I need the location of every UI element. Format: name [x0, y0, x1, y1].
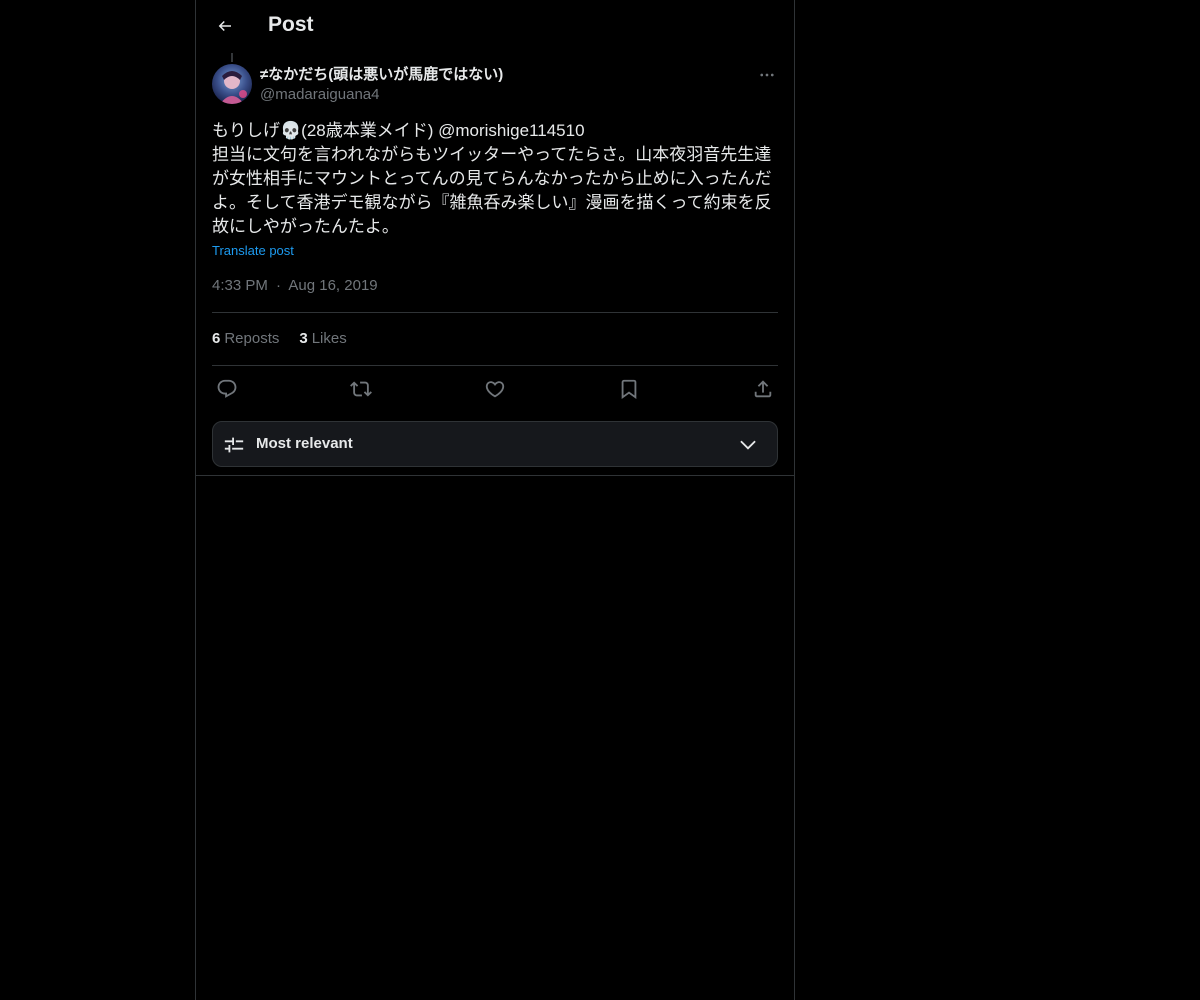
heart-icon: [485, 381, 505, 398]
back-button[interactable]: [208, 9, 242, 43]
reply-icon: [217, 379, 237, 398]
bookmark-icon: [621, 379, 637, 400]
post-stats: 6 Reposts 3 Likes: [212, 329, 347, 349]
action-bar: [212, 376, 778, 402]
post-body-text: 担当に文句を言われながらもツイッターやってたらさ。山本夜羽音先生達が女性相手にマ…: [212, 145, 772, 236]
translate-post-link[interactable]: Translate post: [212, 242, 294, 260]
author-handle[interactable]: @madaraiguana4: [260, 85, 503, 105]
sliders-icon: [224, 437, 244, 453]
divider: [196, 475, 794, 476]
share-icon: [754, 380, 772, 398]
author-block: ≠なかだち(頭は悪いが馬鹿ではない) @madaraiguana4: [260, 65, 503, 105]
author-display-name[interactable]: ≠なかだち(頭は悪いが馬鹿ではない): [260, 65, 503, 85]
share-button[interactable]: [748, 376, 778, 402]
skull-emoji-icon: 💀: [280, 121, 302, 140]
timeline-column: Post ≠なかだち(頭は悪いが馬鹿ではない) @madaraiguana4 も…: [195, 0, 795, 1000]
sort-label: Most relevant: [256, 435, 353, 452]
arrow-left-icon: [218, 20, 231, 32]
likes-label: Likes: [311, 330, 347, 347]
more-options-button[interactable]: [756, 64, 778, 86]
like-button[interactable]: [480, 376, 510, 402]
post-text: もりしげ💀(28歳本業メイド) @morishige114510 担当に文句を言…: [212, 119, 778, 239]
post-timestamp[interactable]: 4:33 PM · Aug 16, 2019: [212, 276, 378, 296]
bookmark-button[interactable]: [614, 376, 644, 402]
divider: [212, 365, 778, 366]
quoted-name-prefix: もりしげ: [212, 121, 280, 140]
post-date: Aug 16, 2019: [288, 277, 378, 294]
timestamp-separator: ·: [276, 277, 282, 294]
page-title: Post: [268, 13, 314, 36]
post-header: Post: [196, 0, 794, 53]
divider: [212, 312, 778, 313]
likes-count: 3: [299, 330, 308, 347]
avatar[interactable]: [212, 64, 252, 104]
likes-stat[interactable]: 3 Likes: [299, 329, 346, 349]
reposts-label: Reposts: [224, 330, 280, 347]
more-dots-icon: [760, 73, 774, 77]
post-time: 4:33 PM: [212, 277, 268, 294]
chevron-down-icon: [740, 440, 756, 450]
reply-sort-dropdown[interactable]: Most relevant: [212, 421, 778, 467]
repost-button[interactable]: [346, 376, 376, 402]
repost-icon: [350, 381, 372, 397]
quoted-name-suffix: (28歳本業メイド) @morishige114510: [301, 121, 585, 140]
reposts-count: 6: [212, 330, 221, 347]
reply-button[interactable]: [212, 376, 242, 402]
thread-connector-line: [231, 53, 233, 62]
reposts-stat[interactable]: 6 Reposts: [212, 329, 279, 349]
